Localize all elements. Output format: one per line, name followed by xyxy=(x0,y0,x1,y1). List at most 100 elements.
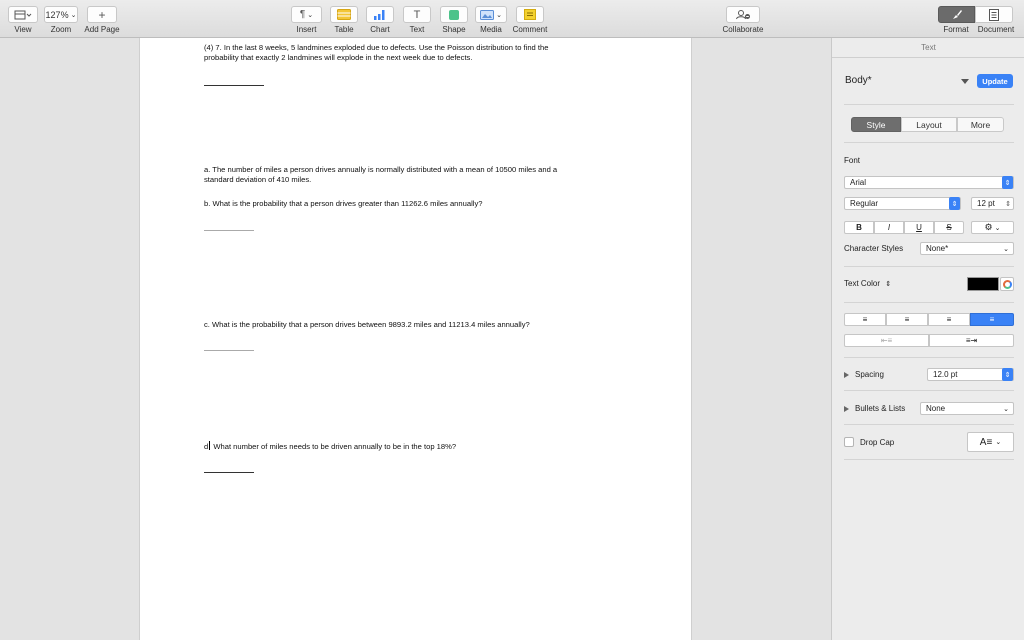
question-4-line-1: (4) 7. In the last 8 weeks, 5 landmines … xyxy=(204,43,549,52)
separator xyxy=(844,390,1014,391)
character-styles-select[interactable]: None* ⌄ xyxy=(920,242,1014,255)
bullets-value: None xyxy=(926,404,946,413)
document-page[interactable]: (4) 7. In the last 8 weeks, 5 landmines … xyxy=(139,38,692,640)
tab-layout[interactable]: Layout xyxy=(901,117,957,132)
shape-label: Shape xyxy=(442,25,466,34)
question-d[interactable]: d What number of miles needs to be drive… xyxy=(204,441,456,453)
align-center-button[interactable]: ≡ xyxy=(886,313,928,326)
question-d-prefix: d xyxy=(204,442,209,451)
answer-blank-d xyxy=(204,472,254,473)
separator xyxy=(844,142,1014,143)
answer-blank-4 xyxy=(204,85,264,86)
tab-more[interactable]: More xyxy=(957,117,1004,132)
chevron-down-icon: ⌄ xyxy=(994,224,1001,232)
separator xyxy=(844,266,1014,267)
separator xyxy=(844,459,1014,460)
zoom-select[interactable]: 127% ⌄ xyxy=(44,6,78,23)
font-weight-select[interactable]: Regular ⇕ xyxy=(844,197,961,210)
document-button[interactable] xyxy=(975,6,1013,23)
insert-button[interactable]: ¶ ⌄ xyxy=(291,6,322,23)
font-weight-value: Regular xyxy=(850,199,879,208)
font-family-select[interactable]: Arial ⇕ xyxy=(844,176,1014,189)
font-size-field[interactable]: 12 pt ⇕ xyxy=(971,197,1014,210)
font-section-label: Font xyxy=(844,156,861,165)
italic-button[interactable]: I xyxy=(874,221,904,234)
insert-label: Insert xyxy=(296,25,317,34)
toolbar: View 127% ⌄ Zoom + Add Page ¶ ⌄ Insert T… xyxy=(0,0,1024,38)
chevron-down-icon: ⌄ xyxy=(1003,245,1009,253)
chart-label: Chart xyxy=(370,25,390,34)
spacing-value: 12.0 pt xyxy=(933,370,958,379)
add-page-button[interactable]: + xyxy=(87,6,117,23)
paragraph-style-name[interactable]: Body* xyxy=(845,75,872,86)
tab-style[interactable]: Style xyxy=(851,117,901,132)
align-left-button[interactable]: ≡ xyxy=(844,313,886,326)
spacing-select[interactable]: 12.0 pt ⇕ xyxy=(927,368,1014,381)
text-color-label[interactable]: Text Color ⇕ xyxy=(844,279,891,288)
view-button[interactable] xyxy=(8,6,38,23)
chevron-down-icon: ⌄ xyxy=(995,439,1002,446)
table-button[interactable] xyxy=(330,6,358,23)
character-styles-value: None* xyxy=(926,244,949,253)
collaborate-button[interactable] xyxy=(726,6,760,23)
comment-label: Comment xyxy=(512,25,548,34)
bullets-disclosure[interactable]: Bullets & Lists xyxy=(844,404,905,413)
up-down-chevron-icon: ⇕ xyxy=(1002,368,1013,381)
decrease-indent-button[interactable]: ⇤≡ xyxy=(844,334,929,347)
inspector-header: Text xyxy=(832,38,1024,58)
align-right-button[interactable]: ≡ xyxy=(928,313,970,326)
comment-button[interactable] xyxy=(516,6,544,23)
format-button[interactable] xyxy=(938,6,975,23)
align-justify-icon: ≡ xyxy=(989,315,995,324)
text-color-well[interactable] xyxy=(967,277,999,291)
question-b: b. What is the probability that a person… xyxy=(204,199,483,208)
bullets-select[interactable]: None ⌄ xyxy=(920,402,1014,415)
shape-button[interactable] xyxy=(440,6,468,23)
document-canvas[interactable]: (4) 7. In the last 8 weeks, 5 landmines … xyxy=(0,38,831,640)
font-family-value: Arial xyxy=(850,178,867,187)
drop-cap-checkbox[interactable] xyxy=(844,437,854,447)
spacing-label: Spacing xyxy=(855,370,884,379)
text-color-label-text: Text Color xyxy=(844,279,881,288)
text-t-icon: T xyxy=(413,8,421,21)
color-wheel-button[interactable] xyxy=(1000,277,1014,291)
zoom-value: 127% xyxy=(45,9,69,20)
align-justify-button[interactable]: ≡ xyxy=(970,313,1014,326)
table-label: Table xyxy=(334,25,354,34)
question-4-line-2: probability that exactly 2 landmines wil… xyxy=(204,53,473,62)
drop-cap-style-button[interactable]: A≡ ⌄ xyxy=(967,432,1014,452)
font-size-value: 12 pt xyxy=(977,199,995,208)
gear-icon: ⚙ xyxy=(984,222,993,232)
text-label: Text xyxy=(409,25,425,34)
strikethrough-button[interactable]: S xyxy=(934,221,964,234)
zoom-label: Zoom xyxy=(50,25,72,34)
separator xyxy=(844,302,1014,303)
chevron-down-icon: ⌄ xyxy=(307,11,314,19)
collaborate-label: Collaborate xyxy=(722,25,764,34)
question-c: c. What is the probability that a person… xyxy=(204,320,530,329)
paragraph-style-dropdown-icon[interactable] xyxy=(961,79,969,84)
chart-button[interactable] xyxy=(366,6,394,23)
increase-indent-icon: ≡⇥ xyxy=(965,336,978,345)
text-button[interactable]: T xyxy=(403,6,431,23)
media-label: Media xyxy=(480,25,502,34)
increase-indent-button[interactable]: ≡⇥ xyxy=(929,334,1014,347)
underline-button[interactable]: U xyxy=(904,221,934,234)
spacing-disclosure[interactable]: Spacing xyxy=(844,370,884,379)
decrease-indent-icon: ⇤≡ xyxy=(880,336,893,345)
separator xyxy=(844,357,1014,358)
media-button[interactable]: ⌄ xyxy=(475,6,507,23)
text-options-button[interactable]: ⚙ ⌄ xyxy=(971,221,1014,234)
format-label: Format xyxy=(943,25,969,34)
plus-icon: + xyxy=(98,7,106,22)
disclosure-triangle-icon xyxy=(844,371,849,378)
update-style-button[interactable]: Update xyxy=(977,74,1013,88)
stepper-icon: ⇕ xyxy=(1005,200,1011,208)
chevron-down-icon: ⌄ xyxy=(496,11,502,19)
character-styles-label: Character Styles xyxy=(844,244,904,253)
view-label: View xyxy=(14,25,32,34)
media-image-icon xyxy=(480,9,495,20)
table-icon xyxy=(337,9,351,20)
bullets-label: Bullets & Lists xyxy=(855,404,906,413)
bold-button[interactable]: B xyxy=(844,221,874,234)
